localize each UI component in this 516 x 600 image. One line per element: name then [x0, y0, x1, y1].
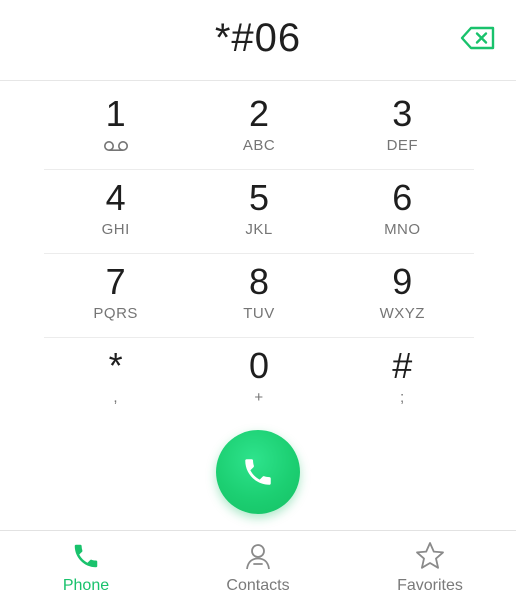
key-letters: TUV: [243, 305, 275, 322]
backspace-button[interactable]: [460, 24, 496, 52]
star-icon: [414, 540, 446, 572]
key-1[interactable]: 1: [44, 86, 187, 169]
number-display: *#06: [0, 0, 516, 81]
dial-keypad: 1 2 ABC 3 DEF 4 GHI 5 JKL 6 MNO 7 PQRS 8…: [44, 86, 474, 422]
key-digit: #: [392, 345, 413, 386]
key-digit: 3: [392, 93, 413, 134]
key-digit: 0: [248, 345, 269, 386]
key-digit: 6: [392, 177, 413, 218]
nav-label: Phone: [62, 577, 110, 594]
key-9[interactable]: 9 WXYZ: [331, 254, 474, 337]
person-icon: [243, 540, 273, 572]
key-letters: PQRS: [93, 305, 138, 322]
key-digit: *: [108, 345, 123, 386]
key-digit: 9: [392, 261, 413, 302]
key-digit: 8: [248, 261, 269, 302]
key-letters: JKL: [245, 221, 273, 238]
key-hash[interactable]: # ;: [331, 338, 474, 422]
key-8[interactable]: 8 TUV: [187, 254, 330, 337]
key-6[interactable]: 6 MNO: [331, 170, 474, 253]
key-digit: 5: [248, 177, 269, 218]
bottom-nav: Phone Contacts Favorites: [0, 530, 516, 600]
key-letters: DEF: [386, 137, 419, 154]
nav-label: Contacts: [226, 577, 290, 594]
call-button[interactable]: [216, 430, 300, 514]
key-digit: 1: [105, 93, 126, 134]
key-letters: ;: [399, 389, 405, 406]
key-letters: WXYZ: [379, 305, 425, 322]
key-letters: GHI: [101, 221, 130, 238]
dialed-number[interactable]: *#06: [0, 10, 516, 66]
nav-item-phone[interactable]: Phone: [0, 531, 172, 600]
key-2[interactable]: 2 ABC: [187, 86, 330, 169]
phone-handset-icon: [245, 459, 271, 485]
key-letters: ,: [113, 389, 118, 406]
key-star[interactable]: * ,: [44, 338, 187, 422]
key-3[interactable]: 3 DEF: [331, 86, 474, 169]
nav-label: Favorites: [397, 577, 463, 594]
key-letters: ABC: [242, 137, 276, 154]
key-digit: 2: [248, 93, 269, 134]
phone-icon: [71, 540, 101, 572]
nav-item-contacts[interactable]: Contacts: [172, 531, 344, 600]
key-5[interactable]: 5 JKL: [187, 170, 330, 253]
key-7[interactable]: 7 PQRS: [44, 254, 187, 337]
keypad-row: 1 2 ABC 3 DEF: [44, 86, 474, 170]
key-4[interactable]: 4 GHI: [44, 170, 187, 253]
nav-item-favorites[interactable]: Favorites: [344, 531, 516, 600]
backspace-icon: [460, 26, 495, 50]
key-digit: 4: [105, 177, 126, 218]
keypad-row: 7 PQRS 8 TUV 9 WXYZ: [44, 254, 474, 338]
voicemail-icon: [102, 137, 130, 155]
key-letters: +: [254, 389, 264, 406]
key-digit: 7: [105, 261, 126, 302]
key-0[interactable]: 0 +: [187, 338, 330, 422]
key-letters: MNO: [384, 221, 421, 238]
dialer-screen: *#06 1 2 ABC 3 DEF 4 GHI 5 JKL 6 MNO 7 P…: [0, 0, 516, 600]
keypad-row: 4 GHI 5 JKL 6 MNO: [44, 170, 474, 254]
keypad-row: * , 0 + # ;: [44, 338, 474, 422]
